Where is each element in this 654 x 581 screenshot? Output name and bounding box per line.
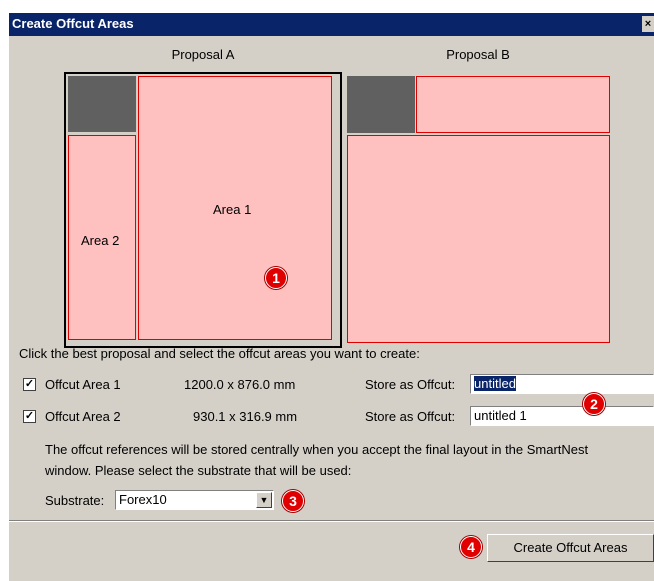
- offcut-area-1-size: 1200.0 x 876.0 mm: [184, 377, 296, 392]
- proposal-b-label: Proposal B: [446, 47, 510, 62]
- offcut-area-2-label: Offcut Area 2: [45, 409, 121, 424]
- offcut-area-2-checkbox[interactable]: ✓: [23, 410, 36, 423]
- note-line-2: window. Please select the substrate that…: [45, 463, 352, 478]
- callout-badge-1: 1: [265, 267, 287, 289]
- chevron-down-icon[interactable]: ▼: [256, 492, 272, 508]
- offcut-area-1-store-label: Store as Offcut:: [365, 377, 456, 392]
- substrate-label: Substrate:: [45, 493, 105, 508]
- proposal-a-panel[interactable]: Area 2 Area 1: [64, 72, 342, 348]
- proposal-b-area-2[interactable]: [347, 135, 610, 343]
- offcut-area-1-checkbox[interactable]: ✓: [23, 378, 36, 391]
- instruction-text: Click the best proposal and select the o…: [19, 346, 420, 361]
- footer-divider: [9, 520, 654, 522]
- title-bar: Create Offcut Areas ×: [9, 13, 654, 36]
- proposal-b-used-area: [347, 76, 415, 133]
- proposal-a-label: Proposal A: [171, 47, 235, 62]
- area-2-label: Area 2: [81, 233, 120, 248]
- close-icon[interactable]: ×: [642, 16, 654, 32]
- proposal-b-area-1[interactable]: [416, 76, 610, 133]
- proposal-a-used-area: [68, 76, 136, 132]
- callout-badge-3: 3: [282, 490, 304, 512]
- window-title: Create Offcut Areas: [12, 16, 134, 31]
- proposal-a-area-1[interactable]: Area 1: [138, 76, 332, 340]
- offcut-area-2-size: 930.1 x 316.9 mm: [193, 409, 298, 424]
- substrate-select[interactable]: Forex10 ▼: [115, 490, 274, 510]
- offcut-area-2-name-field[interactable]: untitled 1: [470, 406, 654, 426]
- area-1-label: Area 1: [213, 202, 252, 217]
- offcut-area-2-store-label: Store as Offcut:: [365, 409, 456, 424]
- offcut-area-1-name-field[interactable]: untitled: [470, 374, 654, 394]
- substrate-value: Forex10: [119, 492, 167, 507]
- note-line-1: The offcut references will be stored cen…: [45, 442, 589, 457]
- callout-badge-2: 2: [583, 393, 605, 415]
- callout-badge-4: 4: [460, 536, 482, 558]
- proposal-a-area-2[interactable]: Area 2: [68, 135, 136, 340]
- create-offcut-areas-button[interactable]: Create Offcut Areas: [487, 534, 654, 562]
- create-offcut-areas-dialog: Create Offcut Areas × Proposal A Proposa…: [9, 13, 654, 581]
- offcut-area-1-label: Offcut Area 1: [45, 377, 121, 392]
- proposal-b-panel[interactable]: [347, 76, 610, 343]
